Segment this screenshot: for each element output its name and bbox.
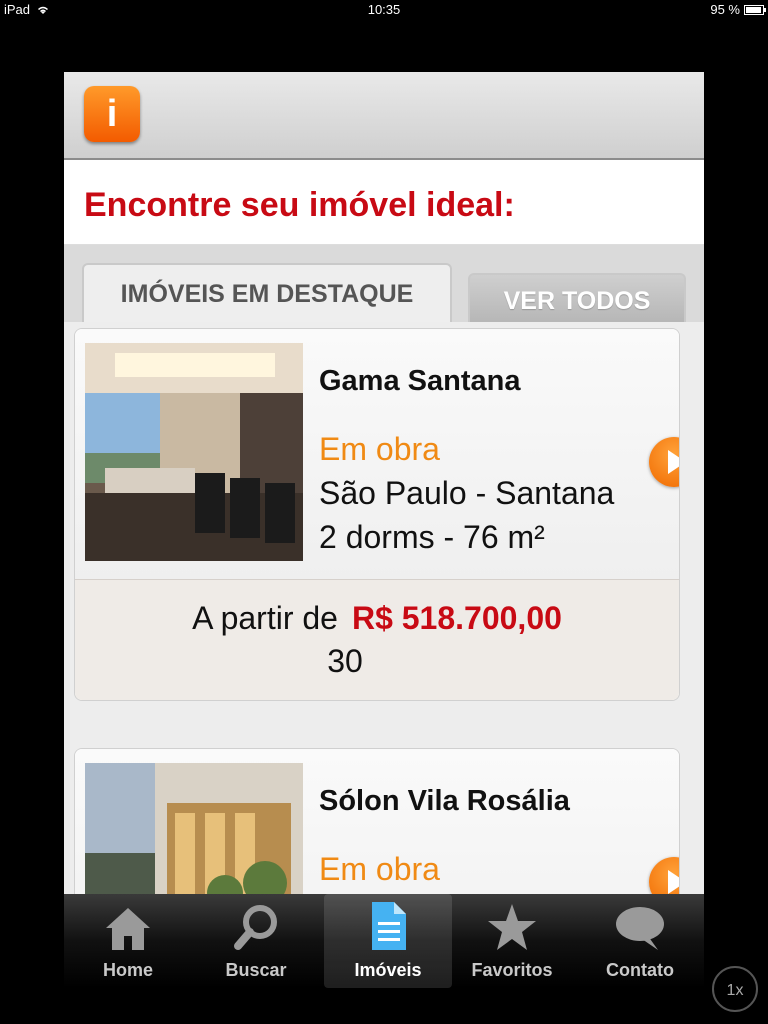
play-arrow-icon[interactable] [649, 437, 679, 487]
document-icon [372, 902, 406, 950]
zoom-button[interactable]: 1x [712, 966, 758, 1012]
tab-label: Home [102, 960, 153, 980]
listing-card[interactable]: Gama Santana Em obra São Paulo - Santana… [74, 328, 680, 701]
tab-ver-todos[interactable]: VER TODOS [468, 273, 686, 325]
listing-title: Gama Santana [319, 365, 521, 397]
property-photo [85, 343, 303, 561]
tab-favoritos[interactable]: Favoritos [448, 894, 576, 988]
tab-strip: IMÓVEIS EM DESTAQUE VER TODOS [64, 245, 704, 325]
status-bar: iPad 10:35 95 % [0, 0, 768, 20]
chat-bubble-icon [616, 907, 664, 950]
headline-area: Encontre seu imóvel ideal: [64, 160, 704, 245]
price-prefix: A partir de [192, 600, 338, 636]
listing-status: Em obra [319, 851, 440, 887]
tab-label: Imóveis [354, 960, 422, 980]
listing-list: Gama Santana Em obra São Paulo - Santana… [64, 322, 704, 944]
tab-imoveis[interactable]: Imóveis [324, 894, 452, 988]
tab-label: Contato [606, 960, 674, 980]
listing-title: Sólon Vila Rosália [319, 785, 570, 817]
bottom-tab-bar: Home Buscar Imóveis Favoritos Contato [64, 894, 704, 988]
tab-label: Favoritos [471, 960, 553, 980]
tab-buscar[interactable]: Buscar [192, 894, 320, 988]
page-title: Encontre seu imóvel ideal: [84, 186, 515, 224]
price-extra: 30 [327, 643, 363, 679]
battery-icon [744, 4, 766, 15]
app-window: i Encontre seu imóvel ideal: IMÓVEIS EM … [64, 72, 704, 944]
clock: 10:35 [367, 2, 401, 17]
search-icon [234, 905, 277, 950]
tab-home[interactable]: Home [64, 894, 192, 988]
listing-location: São Paulo - Santana [319, 475, 615, 511]
listing-status: Em obra [319, 431, 440, 467]
tab-imoveis-em-destaque[interactable]: IMÓVEIS EM DESTAQUE [82, 263, 452, 325]
tab-label: Buscar [225, 960, 287, 980]
home-icon [106, 908, 150, 950]
price-box: A partir de R$ 518.700,00 30 [75, 579, 679, 700]
tab-contato[interactable]: Contato [576, 894, 704, 988]
app-logo[interactable]: i [84, 86, 140, 142]
top-bar: i [64, 72, 704, 160]
battery-percent: 95 % [710, 2, 740, 17]
star-icon [488, 904, 536, 950]
listing-size: 2 dorms - 76 m² [319, 519, 545, 555]
price-value: R$ 518.700,00 [351, 600, 562, 636]
